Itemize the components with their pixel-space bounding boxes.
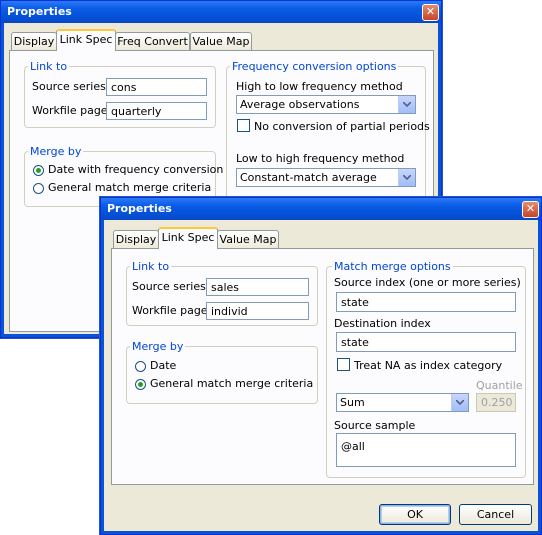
window-title: Properties xyxy=(7,5,72,18)
close-button[interactable]: ✕ xyxy=(522,201,539,218)
link-to-legend: Link to xyxy=(130,260,172,273)
tab-display[interactable]: Display xyxy=(113,230,159,249)
low-high-label: Low to high frequency method xyxy=(236,152,405,165)
high-low-value: Average observations xyxy=(240,98,360,111)
link-to-legend: Link to xyxy=(28,60,70,73)
partial-periods-checkbox[interactable] xyxy=(237,119,250,132)
treat-na-label[interactable]: Treat NA as index category xyxy=(354,359,502,372)
low-high-value: Constant-match average xyxy=(240,171,377,184)
source-series-label: Source series: xyxy=(132,280,210,293)
treat-na-checkbox[interactable] xyxy=(337,358,350,371)
dest-index-input[interactable]: state xyxy=(336,332,516,352)
tab-label: Display xyxy=(115,233,157,246)
radio-date[interactable] xyxy=(135,361,146,372)
radio-general-match-label[interactable]: General match merge criteria xyxy=(48,181,211,194)
radio-general-match-label[interactable]: General match merge criteria xyxy=(150,377,313,390)
source-series-input[interactable]: sales xyxy=(206,278,309,296)
dialog-body: Display Link Spec Value Map Link to Sour… xyxy=(104,220,538,531)
method-value: Sum xyxy=(340,396,365,409)
close-button[interactable]: ✕ xyxy=(422,4,439,21)
tab-label: Link Spec xyxy=(59,33,113,46)
workfile-page-label: Workfile page: xyxy=(132,304,212,317)
radio-date-freq-label[interactable]: Date with frequency conversion xyxy=(48,163,223,176)
ok-label: OK xyxy=(407,508,423,521)
close-icon: ✕ xyxy=(425,5,436,18)
source-series-input[interactable]: cons xyxy=(106,78,207,96)
tab-display[interactable]: Display xyxy=(11,32,57,51)
tab-label: Display xyxy=(13,35,55,48)
tab-freq-convert[interactable]: Freq Convert xyxy=(115,32,190,51)
quantile-label: Quantile xyxy=(476,379,523,392)
tab-link-spec[interactable]: Link Spec xyxy=(56,29,116,51)
cancel-label: Cancel xyxy=(476,508,515,521)
tab-label: Value Map xyxy=(219,233,277,246)
radio-general-match[interactable] xyxy=(135,379,146,390)
title-bar[interactable]: Properties xyxy=(1,1,441,23)
source-sample-input[interactable]: @all xyxy=(336,433,516,467)
high-low-select[interactable]: Average observations xyxy=(236,95,416,114)
chevron-down-icon[interactable] xyxy=(398,96,415,113)
radio-date-freq[interactable] xyxy=(33,165,44,176)
workfile-page-input[interactable]: individ xyxy=(206,302,309,320)
method-select[interactable]: Sum xyxy=(336,393,469,412)
tab-label: Freq Convert xyxy=(117,35,188,48)
chevron-down-icon[interactable] xyxy=(451,394,468,411)
quantile-input: 0.250 xyxy=(476,393,516,412)
tab-value-map[interactable]: Value Map xyxy=(190,32,252,51)
tab-panel: Link to Source series: sales Workfile pa… xyxy=(111,248,534,485)
tab-value-map[interactable]: Value Map xyxy=(217,230,279,249)
dest-index-label: Destination index xyxy=(334,317,431,330)
freq-options-legend: Frequency conversion options xyxy=(230,60,399,73)
low-high-select[interactable]: Constant-match average xyxy=(236,168,416,187)
tab-label: Link Spec xyxy=(161,231,215,244)
tab-link-spec[interactable]: Link Spec xyxy=(158,227,218,249)
merge-by-legend: Merge by xyxy=(28,145,84,158)
tab-label: Value Map xyxy=(192,35,250,48)
cancel-button[interactable]: Cancel xyxy=(459,504,532,525)
partial-periods-label[interactable]: No conversion of partial periods xyxy=(254,120,430,133)
radio-date-label[interactable]: Date xyxy=(150,359,176,372)
high-low-label: High to low frequency method xyxy=(236,80,403,93)
title-bar[interactable]: Properties xyxy=(101,198,541,220)
source-series-label: Source series: xyxy=(32,80,110,93)
source-index-label: Source index (one or more series) xyxy=(334,276,521,289)
ok-button[interactable]: OK xyxy=(379,504,451,525)
source-sample-label: Source sample xyxy=(334,419,416,432)
merge-by-legend: Merge by xyxy=(130,340,186,353)
match-merge-legend: Match merge options xyxy=(332,260,453,273)
merge-by-group xyxy=(126,346,318,404)
window-title: Properties xyxy=(107,202,172,215)
workfile-page-input[interactable]: quarterly xyxy=(106,102,207,120)
workfile-page-label: Workfile page: xyxy=(32,104,112,117)
source-index-input[interactable]: state xyxy=(336,292,516,312)
chevron-down-icon[interactable] xyxy=(398,169,415,186)
radio-general-match[interactable] xyxy=(33,183,44,194)
close-icon: ✕ xyxy=(525,202,536,215)
properties-window-front: Properties ✕ Display Link Spec Value Map… xyxy=(100,197,542,535)
